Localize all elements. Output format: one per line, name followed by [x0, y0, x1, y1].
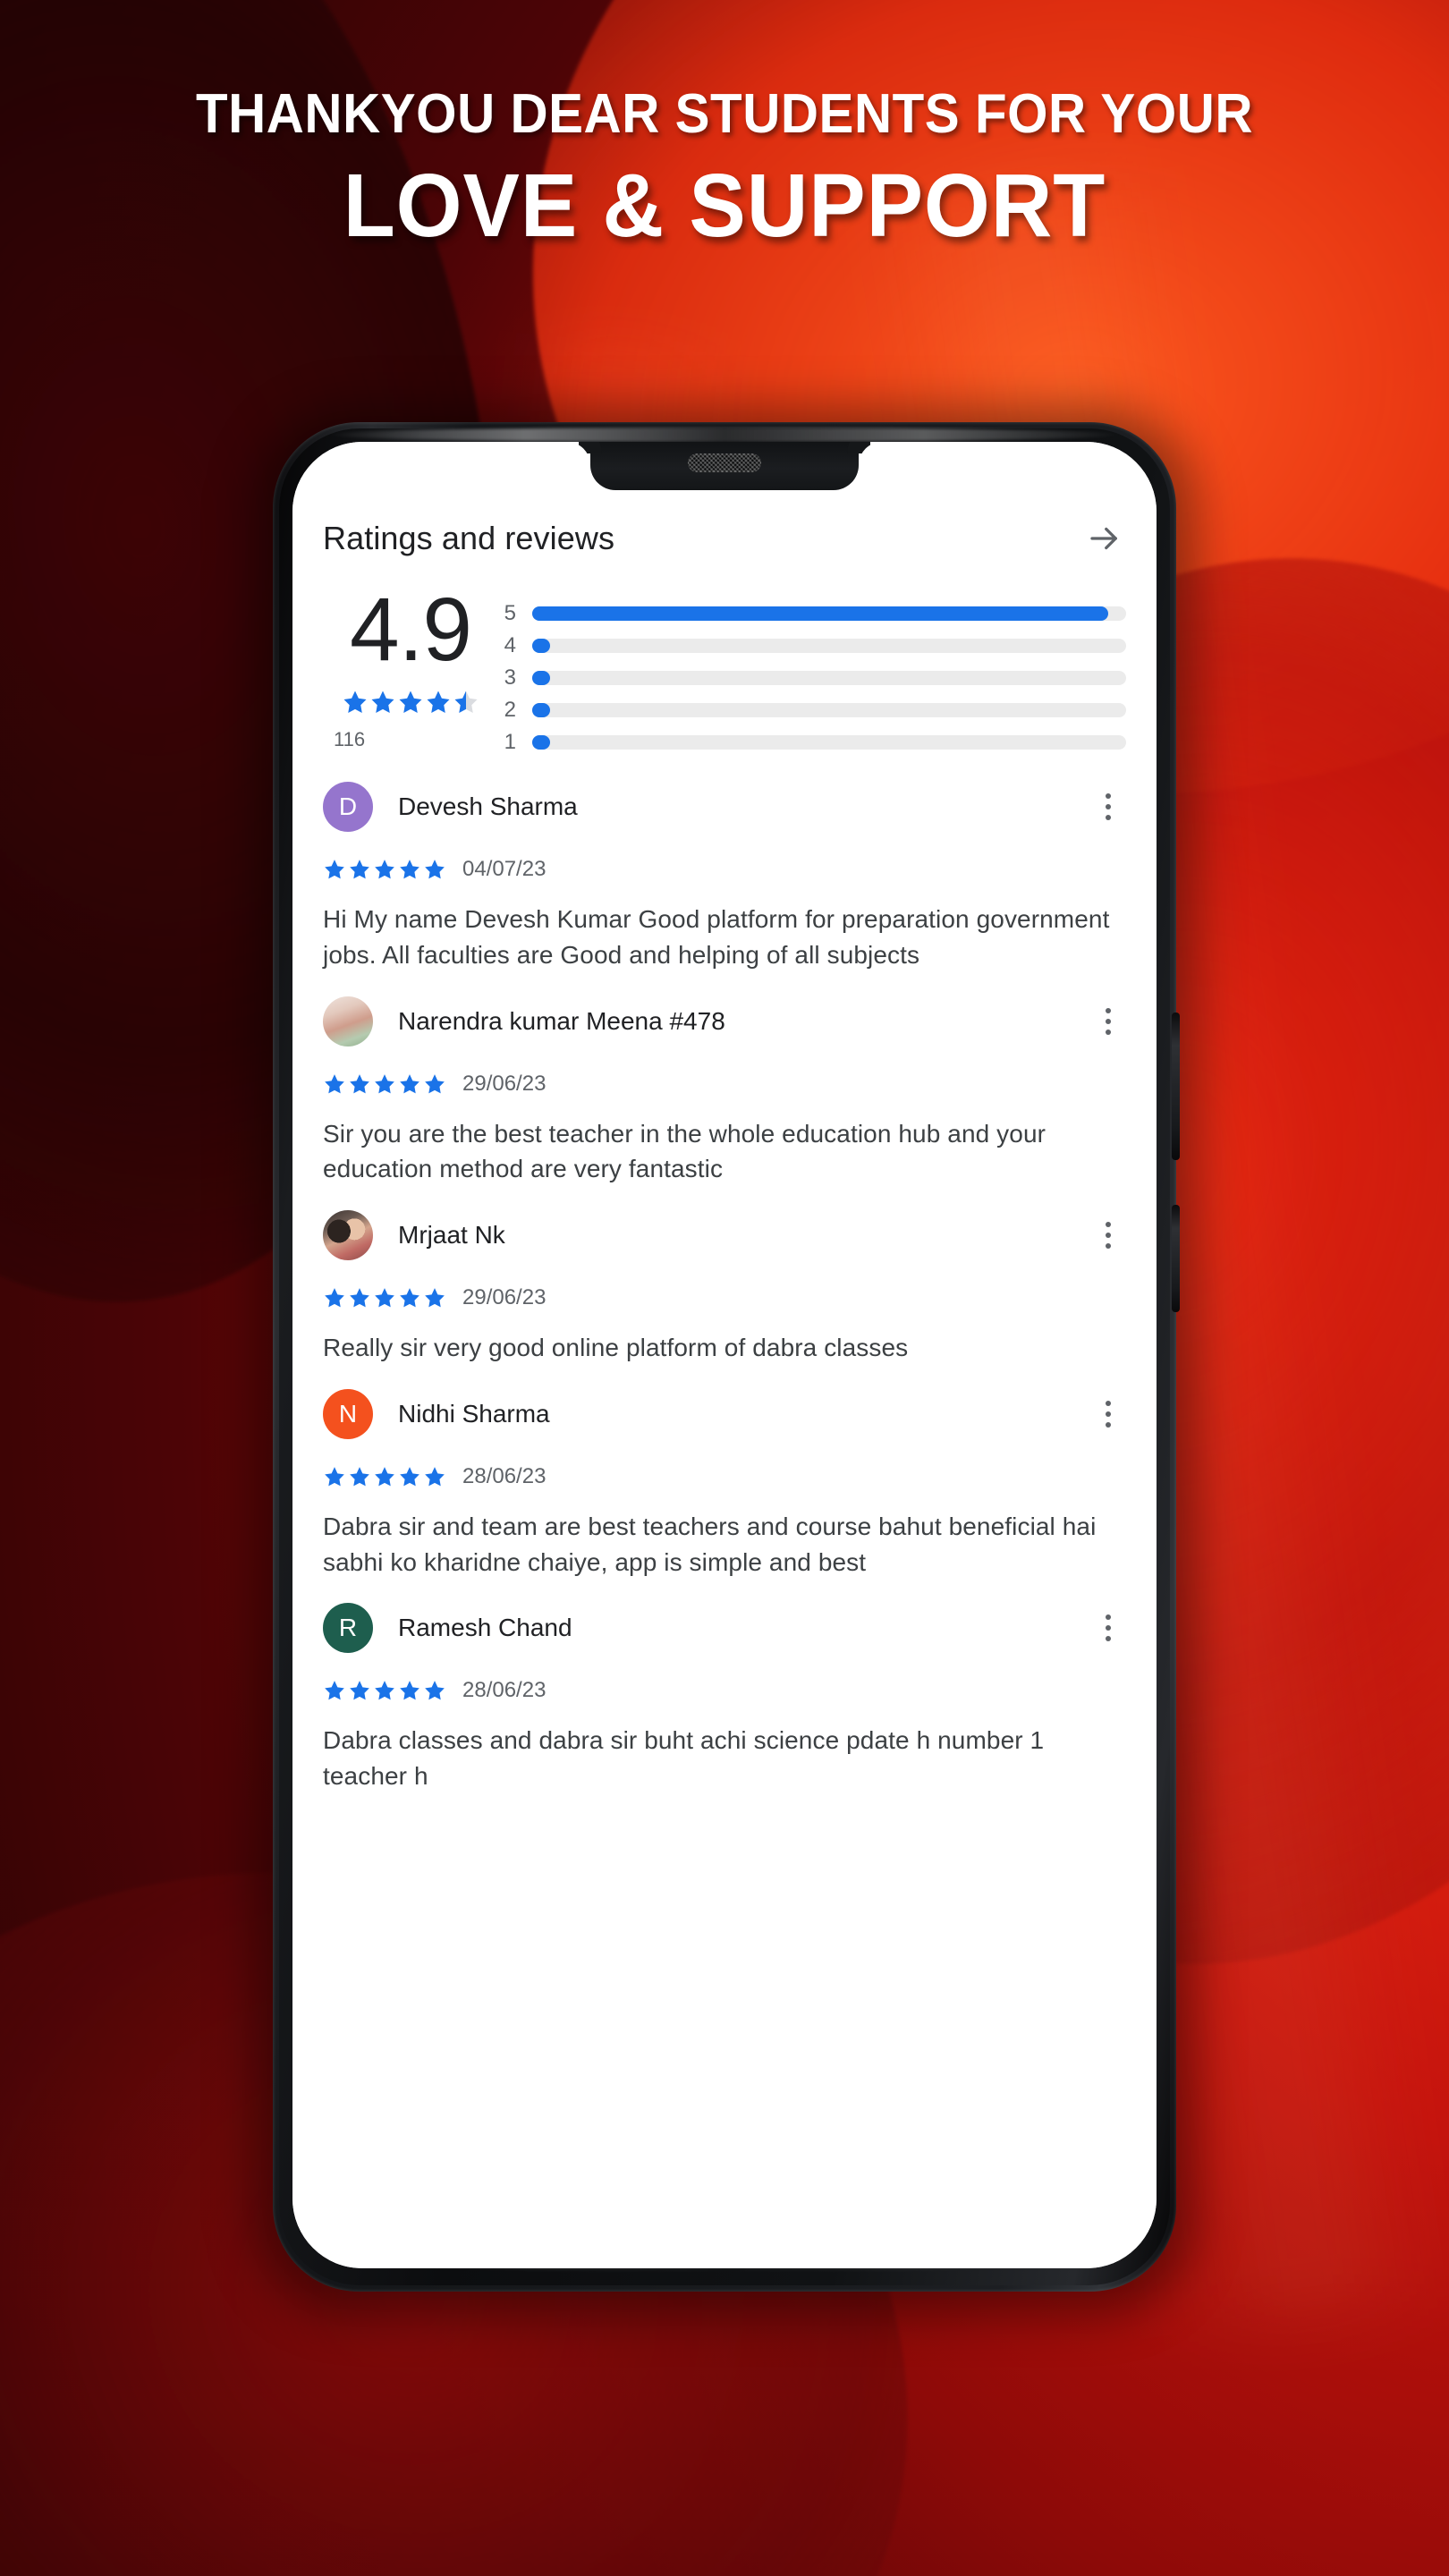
- earpiece-speaker-icon: [688, 453, 761, 472]
- review-item: N Nidhi Sharma 28/06/23 Dabra sir and team …: [316, 1366, 1133, 1580]
- review-star-rating: [323, 1286, 446, 1309]
- review-date: 28/06/23: [462, 1463, 547, 1488]
- review-item: R Ramesh Chand 28/06/23 Dabra classes and d…: [316, 1580, 1133, 1794]
- review-date: 29/06/23: [462, 1071, 547, 1096]
- review-item: Mrjaat Nk 29/06/23 Really sir very good on…: [316, 1187, 1133, 1366]
- section-title: Ratings and reviews: [323, 520, 615, 556]
- more-vertical-icon[interactable]: [1090, 1214, 1126, 1257]
- reviewer-name: Ramesh Chand: [398, 1614, 572, 1642]
- average-score-block: 4.9 116: [323, 585, 498, 758]
- review-meta: 04/07/23: [323, 832, 1126, 882]
- review-header: R Ramesh Chand: [323, 1580, 1126, 1654]
- phone-mockup: Ratings and reviews 4.9 116 5 4 3 2 1 D …: [253, 408, 1196, 2315]
- review-item: D Devesh Sharma 04/07/23 Hi My name Devesh …: [316, 758, 1133, 973]
- review-header: Mrjaat Nk: [323, 1187, 1126, 1260]
- rating-bar-track: [532, 735, 1126, 750]
- rating-bar-label: 5: [504, 601, 516, 625]
- rating-bar-track: [532, 703, 1126, 717]
- promo-headline: THANKYOU DEAR STUDENTS FOR YOUR LOVE & S…: [0, 83, 1449, 257]
- play-store-reviews-screen: Ratings and reviews 4.9 116 5 4 3 2 1 D …: [292, 442, 1157, 2268]
- review-date: 04/07/23: [462, 857, 547, 881]
- avatar-initial: D: [338, 792, 358, 820]
- rating-bar-row[interactable]: 3: [498, 662, 1126, 694]
- headline-line-2: LOVE & SUPPORT: [343, 156, 1106, 257]
- more-vertical-icon[interactable]: [1090, 1606, 1126, 1649]
- review-date: 28/06/23: [462, 1678, 547, 1703]
- rating-bar-label: 1: [504, 730, 516, 754]
- rating-bar-fill: [532, 639, 550, 653]
- review-star-rating: [323, 1072, 446, 1096]
- phone-power-button[interactable]: [1172, 1205, 1180, 1312]
- phone-volume-button[interactable]: [1172, 1013, 1180, 1160]
- rating-bar-fill: [532, 606, 1109, 621]
- rating-bar-label: 2: [504, 698, 516, 722]
- more-vertical-icon[interactable]: [1090, 1393, 1126, 1436]
- rating-count: 116: [334, 728, 366, 750]
- reviewer-name: Devesh Sharma: [398, 792, 578, 820]
- rating-bar-row[interactable]: 1: [498, 726, 1126, 758]
- review-header: Narendra kumar Meena #478: [323, 973, 1126, 1046]
- review-meta: 29/06/23: [323, 1260, 1126, 1310]
- headline-line-1: THANKYOU DEAR STUDENTS FOR YOUR: [195, 83, 1254, 145]
- reviewer-name: Mrjaat Nk: [398, 1221, 505, 1249]
- review-header: N Nidhi Sharma: [323, 1366, 1126, 1439]
- review-text: Sir you are the best teacher in the whol…: [323, 1119, 1046, 1183]
- avatar-initial: R: [338, 1614, 358, 1642]
- review-date: 29/06/23: [462, 1285, 547, 1309]
- reviewer-name: Nidhi Sharma: [398, 1399, 550, 1428]
- review-star-rating: [323, 1465, 446, 1488]
- review-item: Narendra kumar Meena #478 29/06/23 Sir you…: [316, 973, 1133, 1188]
- review-meta: 29/06/23: [323, 1046, 1126, 1097]
- review-header: D Devesh Sharma: [323, 758, 1126, 832]
- reviewer-name: Narendra kumar Meena #478: [398, 1006, 725, 1035]
- more-vertical-icon[interactable]: [1090, 785, 1126, 828]
- avatar[interactable]: R: [323, 1603, 373, 1654]
- phone-notch: [590, 442, 859, 490]
- arrow-right-icon[interactable]: [1083, 517, 1126, 560]
- review-list: D Devesh Sharma 04/07/23 Hi My name Devesh …: [316, 758, 1133, 1794]
- review-meta: 28/06/23: [323, 1653, 1126, 1703]
- review-meta: 28/06/23: [323, 1439, 1126, 1489]
- more-vertical-icon[interactable]: [1090, 1000, 1126, 1043]
- review-text: Really sir very good online platform of …: [323, 1334, 909, 1361]
- review-text: Dabra classes and dabra sir buht achi sc…: [323, 1726, 1045, 1790]
- review-star-rating: [323, 1679, 446, 1702]
- rating-summary: 4.9 116 5 4 3 2 1: [316, 560, 1133, 758]
- avatar[interactable]: [323, 1210, 373, 1260]
- avatar[interactable]: [323, 996, 373, 1046]
- rating-bar-row[interactable]: 4: [498, 630, 1126, 662]
- rating-bar-label: 4: [504, 633, 516, 657]
- phone-gloss-top: [326, 428, 1123, 442]
- rating-bar-fill: [532, 671, 550, 685]
- avatar[interactable]: D: [323, 782, 373, 832]
- average-star-rating: [342, 689, 479, 716]
- rating-bar-track: [532, 606, 1126, 621]
- rating-bar-row[interactable]: 2: [498, 694, 1126, 726]
- rating-bar-fill: [532, 735, 550, 750]
- review-star-rating: [323, 858, 446, 881]
- avatar-initial: N: [338, 1399, 358, 1428]
- avatar[interactable]: N: [323, 1388, 373, 1439]
- review-text: Dabra sir and team are best teachers and…: [323, 1512, 1097, 1576]
- phone-screen: Ratings and reviews 4.9 116 5 4 3 2 1 D …: [292, 442, 1157, 2268]
- rating-bar-track: [532, 639, 1126, 653]
- review-text: Hi My name Devesh Kumar Good platform fo…: [323, 905, 1110, 969]
- rating-bar-label: 3: [504, 665, 516, 690]
- rating-distribution-chart: 5 4 3 2 1: [498, 585, 1126, 758]
- rating-bar-track: [532, 671, 1126, 685]
- rating-bar-row[interactable]: 5: [498, 597, 1126, 630]
- rating-bar-fill: [532, 703, 550, 717]
- average-score: 4.9: [349, 580, 472, 680]
